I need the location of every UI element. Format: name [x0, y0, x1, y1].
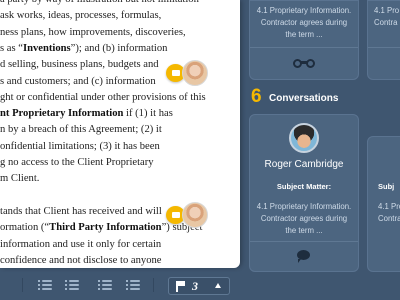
avatar [182, 60, 208, 86]
avatar [182, 202, 208, 228]
comment-marker[interactable] [166, 60, 216, 86]
card-text: 4.1 Pro Contra [374, 6, 400, 27]
chat-icon[interactable] [297, 250, 310, 263]
subject-label: Subject Matter: [276, 182, 332, 191]
top-card[interactable]: 4.1 Pro Contra [367, 0, 400, 80]
card-divider [250, 47, 358, 48]
document-line: d selling, business plans, budgets and [0, 59, 159, 71]
comment-marker[interactable] [166, 202, 216, 228]
card-text: 4.1 Proprietary Information. Contractor … [256, 202, 352, 235]
document-line: onfidential limitations; (3) it has been [0, 140, 160, 152]
bulleted-list-icon[interactable] [38, 279, 52, 291]
document-line: confidence and not disclose to anyone [0, 254, 162, 266]
card-divider [250, 241, 358, 242]
subject-label: Subj [378, 182, 395, 191]
document-line: tands that Client has received and will [0, 205, 162, 217]
avatar [289, 123, 319, 153]
flag-counter[interactable]: 3 [168, 277, 230, 295]
card-text: 4.1 Pro Contra [378, 202, 400, 223]
toolbar-divider [22, 278, 23, 292]
flag-icon [176, 281, 185, 292]
flag-count: 3 [192, 279, 198, 293]
document-line: nt Proprietary Information if (1) it has [0, 108, 173, 120]
conversation-card[interactable]: Subj 4.1 Pro Contra [367, 136, 400, 272]
document-line: m Client. [0, 173, 40, 185]
section-title: Conversations [269, 93, 339, 104]
numbered-list-icon[interactable] [65, 279, 79, 291]
document-line: a party by way of illustration but not l… [0, 0, 199, 7]
conversation-card[interactable]: Roger Cambridge Subject Matter: 4.1 Prop… [249, 114, 359, 272]
document-line: ght or confidential under other provisio… [0, 91, 206, 103]
binoculars-icon[interactable] [293, 57, 315, 69]
document-line: s as “Inventions”); and (b) information [0, 42, 168, 54]
document-line: n by a breach of this Agreement; (2) it [0, 124, 162, 136]
chevron-up-icon[interactable] [215, 283, 221, 288]
top-card[interactable]: 4.1 Proprietary Information. Contractor … [249, 0, 359, 80]
indent-icon[interactable] [126, 279, 140, 291]
document-pane[interactable]: a party by way of illustration but not l… [0, 0, 240, 268]
participant-name: Roger Cambridge [264, 159, 344, 170]
document-line: s and customers; and (c) information [0, 75, 156, 87]
document-line: information and use it only for certain [0, 238, 162, 250]
toolbar-divider [153, 278, 154, 292]
document-line: ask works, ideas, processes, formulas, [0, 10, 162, 22]
outdent-icon[interactable] [98, 279, 112, 291]
document-line: g no access to the Client Proprietary [0, 157, 154, 168]
conversation-count: 6 [251, 86, 262, 107]
document-line: ness plans, how improvements, discoverie… [0, 26, 186, 38]
card-text: 4.1 Proprietary Information. Contractor … [256, 6, 352, 39]
card-divider [368, 47, 400, 48]
